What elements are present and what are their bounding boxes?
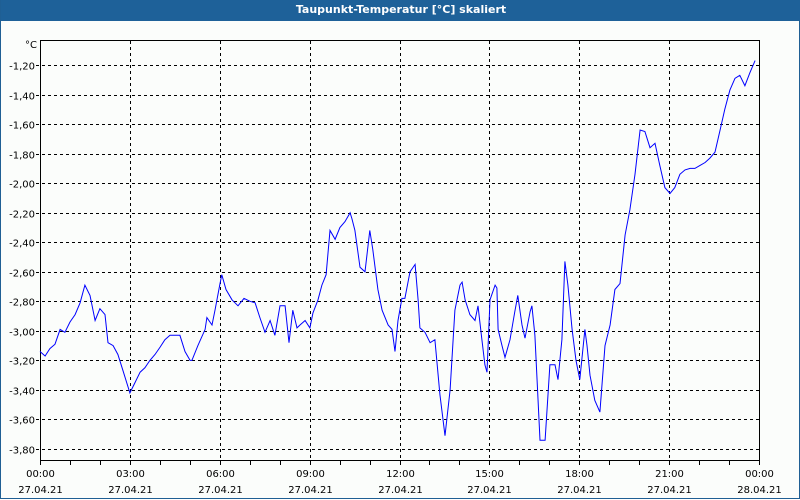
y-tick-label: -3,20 — [9, 357, 35, 368]
x-tick-date: 27.04.21 — [108, 485, 153, 496]
x-tick-date: 27.04.21 — [18, 485, 63, 496]
x-tick-time: 21:00 — [655, 469, 684, 480]
y-tick-label: -2,60 — [9, 269, 35, 280]
x-tick-date: 27.04.21 — [288, 485, 333, 496]
x-tick-date: 28.04.21 — [737, 485, 782, 496]
x-tick-date: 27.04.21 — [467, 485, 512, 496]
y-tick-label: -2,80 — [9, 298, 35, 309]
series-line — [39, 60, 756, 441]
grid — [36, 41, 760, 465]
y-tick-label: -1,60 — [9, 121, 35, 132]
y-tick-label: -3,00 — [9, 328, 35, 339]
x-tick-date: 27.04.21 — [557, 485, 602, 496]
x-tick-date: 27.04.21 — [198, 485, 243, 496]
y-axis-unit: °C — [25, 40, 37, 51]
x-tick-time: 00:00 — [26, 469, 55, 480]
x-tick-time: 00:00 — [745, 469, 774, 480]
y-tick-label: -2,00 — [9, 180, 35, 191]
x-tick-time: 15:00 — [475, 469, 504, 480]
y-tick-label: -3,40 — [9, 387, 35, 398]
x-tick-time: 09:00 — [296, 469, 325, 480]
y-tick-label: -3,80 — [9, 446, 35, 457]
x-tick-date: 27.04.21 — [647, 485, 692, 496]
y-tick-label: -1,40 — [9, 92, 35, 103]
x-tick-time: 18:00 — [565, 469, 594, 480]
line-chart: °C -1,20 -1,40 -1,60 -1,80 -2,00 -2,20 -2,40 -2… — [9, 40, 782, 496]
y-tick-label: -1,20 — [9, 62, 35, 73]
x-tick-time: 12:00 — [386, 469, 415, 480]
y-tick-label: -2,20 — [9, 210, 35, 221]
y-tick-label: -2,40 — [9, 239, 35, 250]
y-tick-label: -3,60 — [9, 416, 35, 427]
y-tick-label: -1,80 — [9, 151, 35, 162]
x-tick-date: 27.04.21 — [378, 485, 423, 496]
x-tick-time: 03:00 — [116, 469, 145, 480]
x-tick-time: 06:00 — [206, 469, 235, 480]
